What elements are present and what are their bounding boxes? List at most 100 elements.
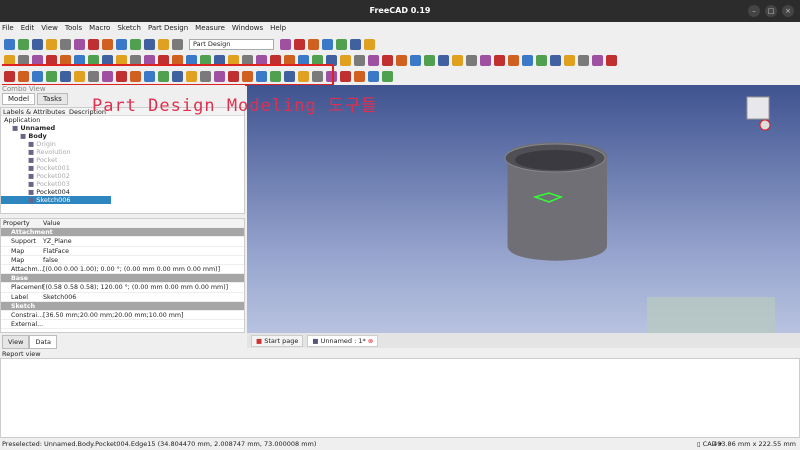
toolbar-tool-icon[interactable] — [102, 38, 113, 50]
toolbar-tool-icon[interactable] — [158, 38, 169, 50]
property-value[interactable]: [(0.58 0.58 0.58); 120.00 °; (0.00 mm 0.… — [43, 283, 228, 291]
toolbar-tool-icon[interactable] — [74, 38, 85, 50]
toolbar-tool-icon[interactable] — [368, 54, 379, 66]
tree-item[interactable]: ■ Origin — [1, 140, 244, 148]
tree-item[interactable]: ■ Revolution — [1, 148, 244, 156]
tab-data[interactable]: Data — [29, 335, 57, 349]
toolbar-tool-icon[interactable] — [340, 54, 351, 66]
tree-item[interactable]: ■ Sketch006 — [1, 196, 111, 204]
menu-help[interactable]: Help — [270, 24, 286, 32]
3d-viewport[interactable] — [247, 85, 800, 417]
tree-item[interactable]: ■ Unnamed — [1, 124, 244, 132]
toolbar-tool-icon[interactable] — [32, 38, 43, 50]
column-header-labels[interactable]: Labels & Attributes — [1, 108, 69, 116]
tab-label: Unnamed : 1* — [320, 336, 366, 345]
property-value[interactable]: [(0.00 0.00 1.00); 0.00 °; (0.00 mm 0.00… — [43, 265, 220, 273]
toolbar-tool-icon[interactable] — [130, 38, 141, 50]
property-row[interactable]: Constrai... [36.50 mm;20.00 mm;20.00 mm;1… — [1, 311, 244, 321]
toolbar-tool-icon[interactable] — [508, 54, 519, 66]
toolbar-tool-icon[interactable] — [466, 54, 477, 66]
menu-part-design[interactable]: Part Design — [148, 24, 188, 32]
minimize-button[interactable]: – — [748, 5, 760, 17]
close-button[interactable]: × — [782, 5, 794, 17]
toolbar-tool-icon[interactable] — [280, 38, 291, 50]
menu-file[interactable]: File — [2, 24, 14, 32]
tree-item[interactable]: Application — [1, 116, 244, 124]
toolbar-tool-icon[interactable] — [172, 38, 183, 50]
toolbar-tool-icon[interactable] — [452, 54, 463, 66]
tree-item[interactable]: ■ Body — [1, 132, 244, 140]
menu-view[interactable]: View — [41, 24, 58, 32]
toolbar-tool-icon[interactable] — [550, 54, 561, 66]
property-value[interactable]: false — [43, 256, 58, 264]
property-value[interactable]: [36.50 mm;20.00 mm;20.00 mm;10.00 mm] — [43, 311, 183, 319]
toolbar-tool-icon[interactable] — [382, 54, 393, 66]
toolbar-tool-icon[interactable] — [60, 38, 71, 50]
property-group[interactable]: Attachment — [1, 228, 244, 238]
toolbar-tool-icon[interactable] — [494, 54, 505, 66]
tab-start-page[interactable]: ■ Start page — [251, 334, 304, 347]
toolbar-tool-icon[interactable] — [308, 38, 319, 50]
toolbar-tool-icon[interactable] — [350, 38, 361, 50]
property-row[interactable]: Placement [(0.58 0.58 0.58); 120.00 °; (0… — [1, 283, 244, 293]
toolbar-tool-icon[interactable] — [592, 54, 603, 66]
tab-model[interactable]: Model — [2, 93, 36, 105]
property-row[interactable]: Label Sketch006 — [1, 293, 244, 302]
toolbar-tool-icon[interactable] — [4, 38, 15, 50]
tree-item[interactable]: ■ Pocket004 — [1, 188, 244, 196]
toolbar-tool-icon[interactable] — [382, 70, 393, 82]
menu-windows[interactable]: Windows — [232, 24, 263, 32]
property-row[interactable]: Attachm... [(0.00 0.00 1.00); 0.00 °; (0.… — [1, 265, 244, 275]
tab-tasks[interactable]: Tasks — [37, 93, 68, 105]
navcube-menu-icon[interactable] — [759, 119, 771, 131]
property-value[interactable]: YZ_Plane — [43, 237, 72, 245]
menu-edit[interactable]: Edit — [21, 24, 35, 32]
toolbar-tool-icon[interactable] — [522, 54, 533, 66]
menu-tools[interactable]: Tools — [65, 24, 82, 32]
property-value[interactable]: FlatFace — [43, 247, 69, 255]
tab-view[interactable]: View — [2, 335, 30, 349]
toolbar-tool-icon[interactable] — [46, 38, 57, 50]
maximize-button[interactable]: □ — [765, 5, 777, 17]
toolbar-tool-icon[interactable] — [294, 38, 305, 50]
toolbar-tool-icon[interactable] — [354, 70, 365, 82]
toolbar-tool-icon[interactable] — [480, 54, 491, 66]
toolbar-tool-icon[interactable] — [18, 38, 29, 50]
toolbar-tool-icon[interactable] — [88, 38, 99, 50]
toolbar-tool-icon[interactable] — [368, 70, 379, 82]
property-group[interactable]: Sketch — [1, 301, 244, 311]
toolbar-tool-icon[interactable] — [336, 38, 347, 50]
property-row[interactable]: Map Mode FlatFace — [1, 247, 244, 256]
menu-measure[interactable]: Measure — [195, 24, 225, 32]
toolbar-tool-icon[interactable] — [606, 54, 617, 66]
menu-macro[interactable]: Macro — [89, 24, 110, 32]
tree-item[interactable]: ■ Pocket — [1, 156, 244, 164]
tree-item[interactable]: ■ Pocket001 — [1, 164, 244, 172]
toolbar-tool-icon[interactable] — [116, 38, 127, 50]
toolbar-tool-icon[interactable] — [144, 38, 155, 50]
navigation-cube[interactable] — [746, 96, 770, 120]
tree-item[interactable]: ■ Pocket003 — [1, 180, 244, 188]
toolbar-tool-icon[interactable] — [424, 54, 435, 66]
property-row[interactable]: Support YZ_Plane — [1, 237, 244, 247]
report-output[interactable] — [0, 358, 800, 438]
toolbar-tool-icon[interactable] — [578, 54, 589, 66]
menu-sketch[interactable]: Sketch — [117, 24, 141, 32]
property-value[interactable]: Sketch006 — [43, 293, 76, 301]
toolbar-tool-icon[interactable] — [410, 54, 421, 66]
close-tab-icon[interactable]: ⊗ — [368, 337, 373, 345]
tab-unnamed[interactable]: ■ Unnamed : 1* ⊗ — [307, 334, 379, 347]
toolbar-tool-icon[interactable] — [340, 70, 351, 82]
toolbar-tool-icon[interactable] — [364, 38, 375, 50]
workbench-selector[interactable]: Part Design — [189, 38, 274, 50]
toolbar-tool-icon[interactable] — [564, 54, 575, 66]
tree-item[interactable]: ■ Pocket002 — [1, 172, 244, 180]
toolbar-tool-icon[interactable] — [396, 54, 407, 66]
toolbar-tool-icon[interactable] — [536, 54, 547, 66]
toolbar-tool-icon[interactable] — [438, 54, 449, 66]
property-row[interactable]: Map Rev... false — [1, 256, 244, 265]
toolbar-tool-icon[interactable] — [322, 38, 333, 50]
toolbar-tool-icon[interactable] — [354, 54, 365, 66]
property-row[interactable]: External... — [1, 320, 244, 330]
property-group[interactable]: Base — [1, 274, 244, 284]
